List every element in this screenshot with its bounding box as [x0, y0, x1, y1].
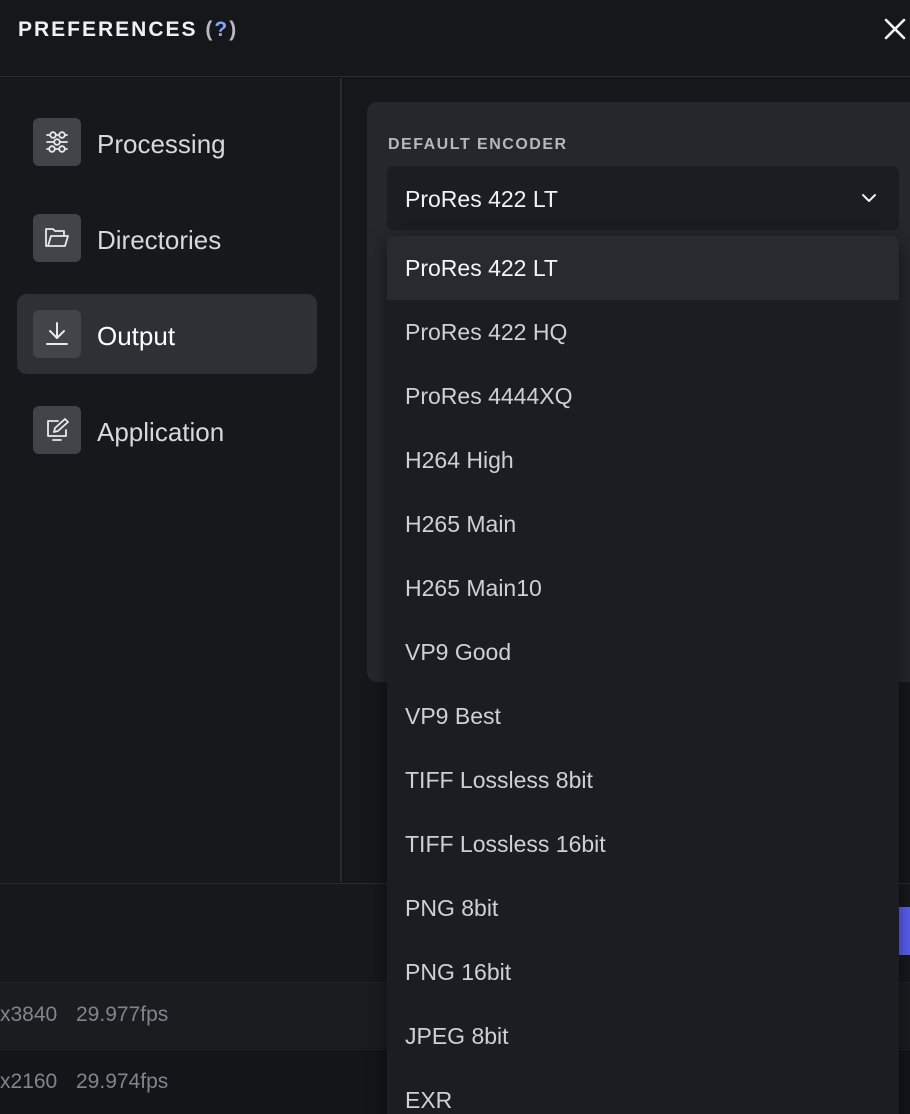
dropdown-option[interactable]: TIFF Lossless 8bit	[387, 748, 899, 812]
sidebar-item-output[interactable]: Output	[17, 294, 317, 374]
sidebar: Processing Directories Output Applicatio…	[0, 78, 342, 882]
dropdown-option[interactable]: ProRes 422 LT	[387, 236, 899, 300]
dropdown-option[interactable]: H265 Main	[387, 492, 899, 556]
dropdown-option[interactable]: PNG 16bit	[387, 940, 899, 1004]
download-icon	[33, 310, 81, 358]
dropdown-option[interactable]: H264 High	[387, 428, 899, 492]
dropdown-option[interactable]: PNG 8bit	[387, 876, 899, 940]
folder-icon	[33, 214, 81, 262]
help-question-mark[interactable]: ?	[214, 18, 229, 41]
dropdown-option[interactable]: VP9 Good	[387, 620, 899, 684]
dropdown-option[interactable]: TIFF Lossless 16bit	[387, 812, 899, 876]
dropdown-option[interactable]: H265 Main10	[387, 556, 899, 620]
fps-cell: 29.977fps	[76, 1003, 169, 1026]
resolution-cell: x2160	[0, 1070, 58, 1093]
dropdown-option[interactable]: EXR	[387, 1068, 899, 1114]
default-encoder-label: DEFAULT ENCODER	[388, 136, 568, 153]
page-title: PREFERENCES (?)	[18, 18, 238, 42]
close-icon[interactable]	[880, 14, 910, 44]
sliders-icon	[33, 118, 81, 166]
select-value: ProRes 422 LT	[405, 186, 558, 212]
chevron-down-icon	[862, 194, 876, 202]
close-button[interactable]	[880, 14, 910, 44]
dropdown-option[interactable]: JPEG 8bit	[387, 1004, 899, 1068]
sidebar-item-processing[interactable]: Processing	[17, 102, 317, 182]
sidebar-item-application[interactable]: Application	[17, 390, 317, 470]
sidebar-item-label: Application	[97, 417, 225, 447]
edit-monitor-icon	[33, 406, 81, 454]
resolution-cell: x3840	[0, 1003, 58, 1026]
title-text: PREFERENCES	[18, 18, 198, 41]
dropdown-option[interactable]: ProRes 422 HQ	[387, 300, 899, 364]
header: PREFERENCES (?)	[0, 0, 910, 77]
sidebar-item-label: Directories	[97, 225, 222, 255]
preferences-window: PREFERENCES (?) Processing Directories O…	[0, 0, 910, 1114]
dropdown-option[interactable]: ProRes 4444XQ	[387, 364, 899, 428]
encoder-dropdown-list: ProRes 422 LT ProRes 422 HQ ProRes 4444X…	[387, 236, 899, 1114]
default-encoder-select[interactable]: ProRes 422 LT	[387, 166, 899, 230]
sidebar-item-label: Processing	[97, 129, 226, 159]
sidebar-item-directories[interactable]: Directories	[17, 198, 317, 278]
sidebar-item-label: Output	[97, 321, 176, 351]
help-link[interactable]: (?)	[198, 18, 239, 41]
dropdown-option[interactable]: VP9 Best	[387, 684, 899, 748]
fps-cell: 29.974fps	[76, 1070, 169, 1093]
